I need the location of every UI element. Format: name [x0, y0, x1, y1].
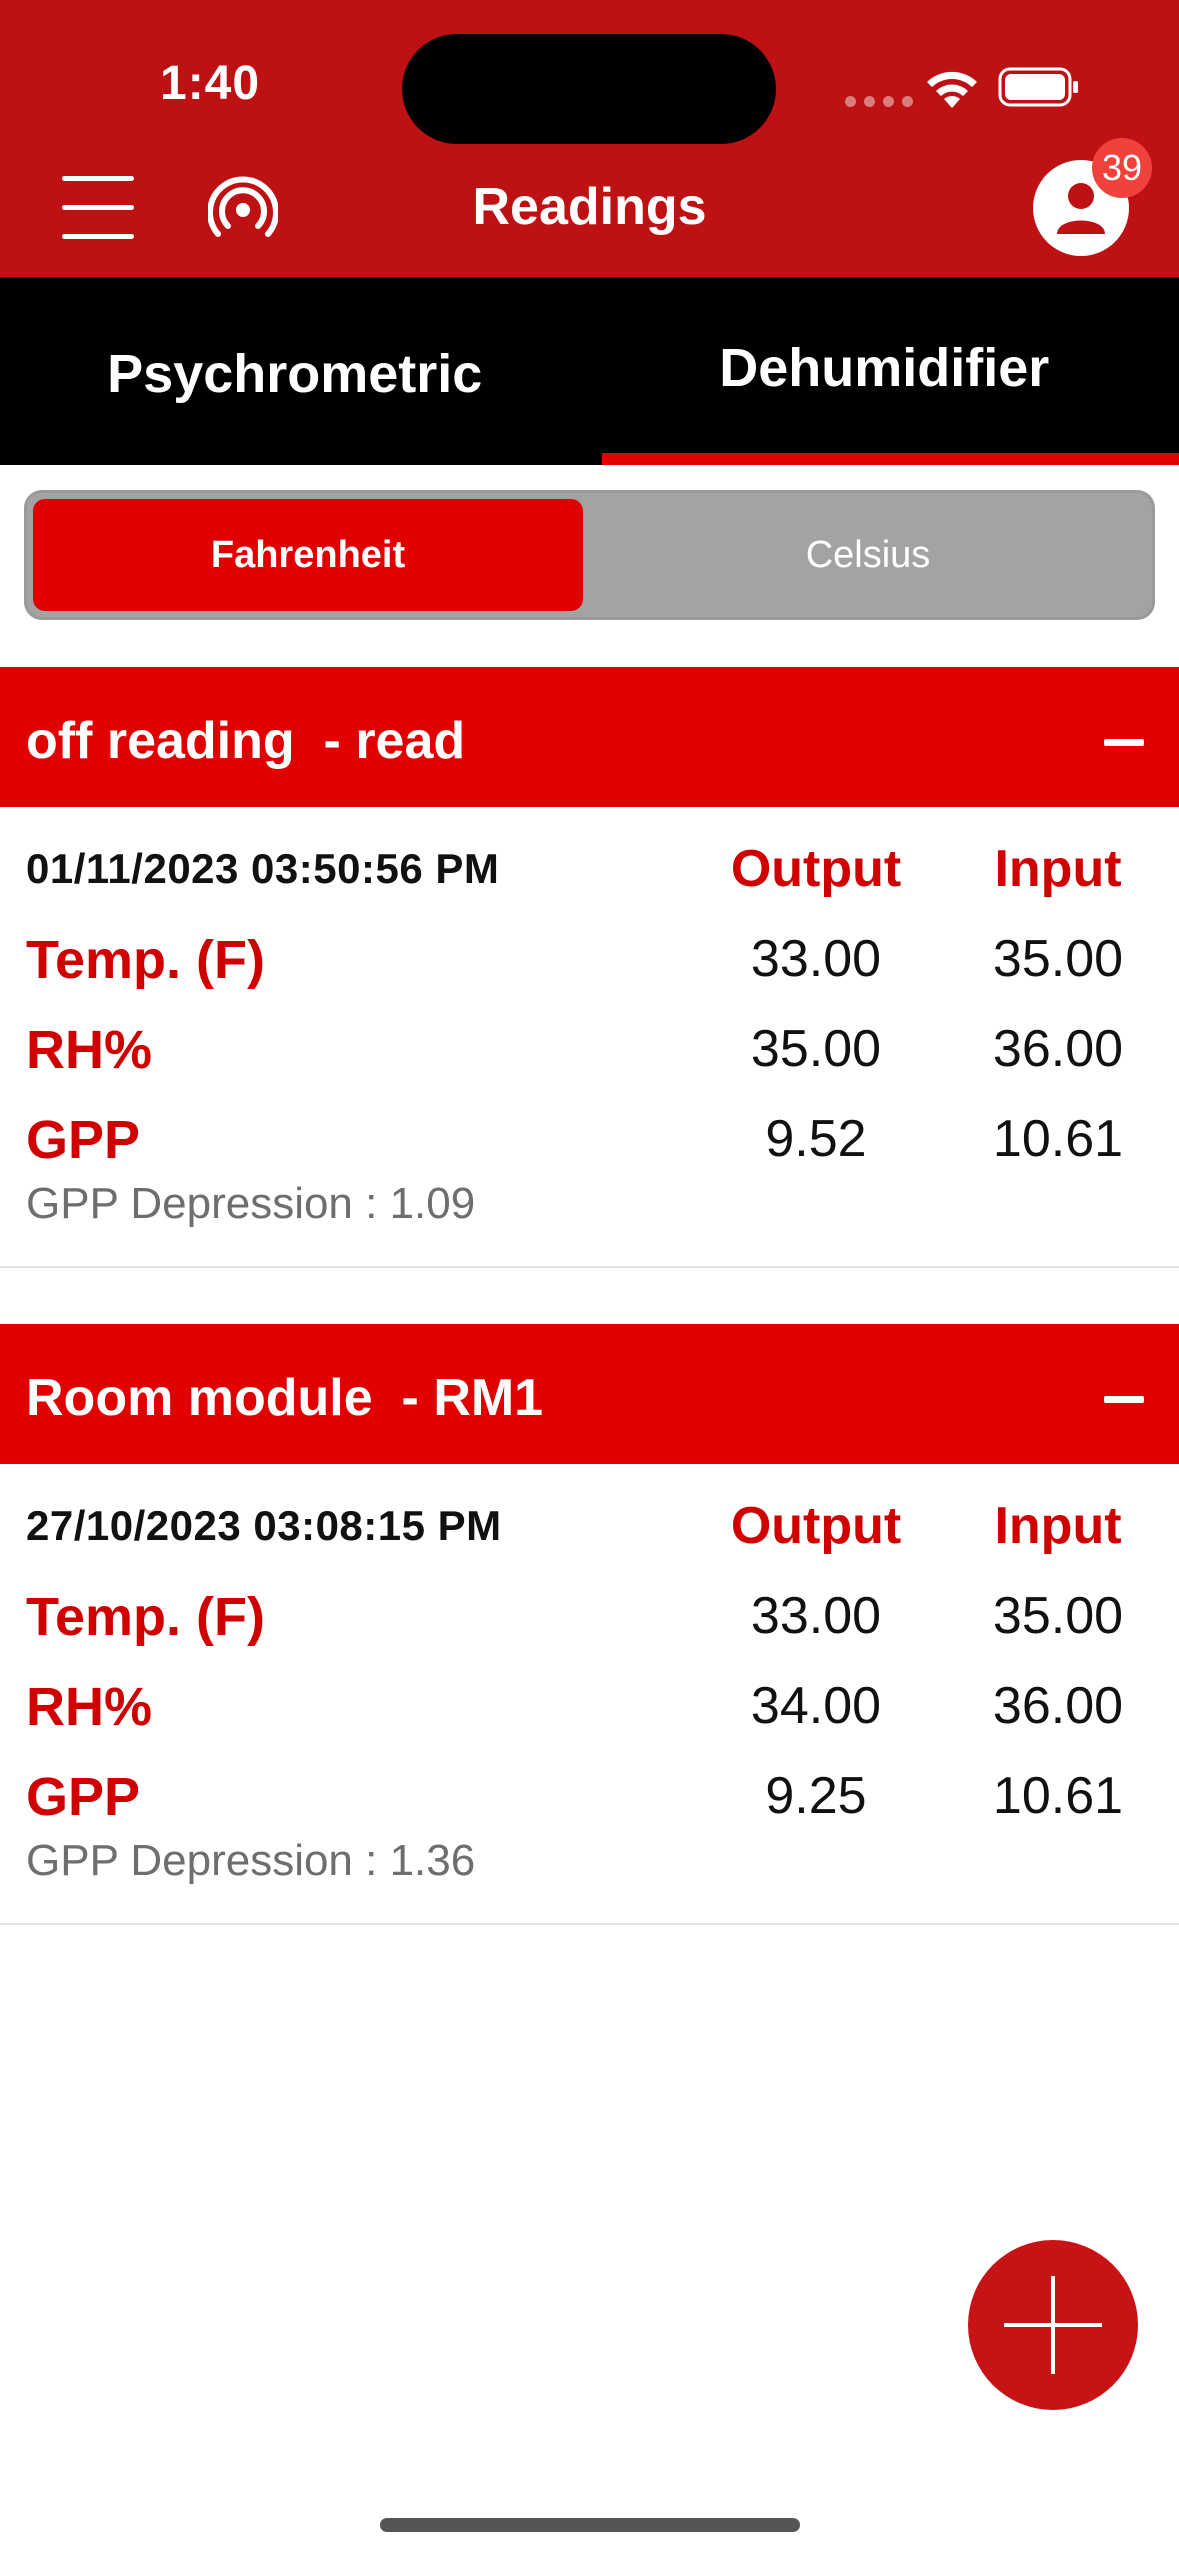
status-time: 1:40	[160, 57, 261, 110]
reading-card-header[interactable]: Room module - RM1	[0, 1324, 1179, 1464]
gpp-label: GPP	[26, 1767, 141, 1827]
output-column-header: Output	[730, 1497, 902, 1555]
unit-toggle: Fahrenheit Celsius	[24, 490, 1155, 620]
gpp-input-value: 10.61	[992, 1110, 1124, 1168]
gpp-input-value: 10.61	[992, 1767, 1124, 1825]
tab-label: Dehumidifier	[719, 338, 1050, 398]
home-indicator[interactable]	[380, 2518, 800, 2532]
main-tabs: Psychrometric Dehumidifier	[0, 277, 1179, 465]
rh-output-value: 35.00	[750, 1020, 882, 1078]
rh-input-value: 36.00	[992, 1677, 1124, 1735]
rh-label: RH%	[26, 1677, 153, 1737]
gpp-output-value: 9.52	[765, 1110, 867, 1168]
celsius-option[interactable]: Celsius	[593, 499, 1143, 611]
gpp-label: GPP	[26, 1110, 141, 1170]
gpp-depression: GPP Depression : 1.36	[26, 1836, 476, 1885]
rh-input-value: 36.00	[992, 1020, 1124, 1078]
wifi-icon	[927, 71, 977, 108]
card-divider	[0, 1266, 1179, 1268]
collapse-icon[interactable]	[1104, 1396, 1144, 1403]
rh-label: RH%	[26, 1020, 153, 1080]
temp-input-value: 35.00	[992, 1587, 1124, 1645]
collapse-icon[interactable]	[1104, 739, 1144, 746]
tab-label: Psychrometric	[107, 344, 483, 404]
app-header: 1:40 Readings 39	[0, 0, 1179, 277]
reading-card-title: off reading - read	[26, 712, 466, 770]
page-title: Readings	[472, 178, 707, 236]
reading-card-header[interactable]: off reading - read	[0, 667, 1179, 807]
reading-card-title: Room module - RM1	[26, 1369, 544, 1427]
temp-label: Temp. (F)	[26, 1587, 265, 1647]
gpp-depression: GPP Depression : 1.09	[26, 1179, 476, 1228]
battery-icon	[998, 67, 1078, 107]
tab-selected-indicator	[601, 453, 1179, 465]
cellular-signal-icon	[845, 96, 913, 107]
fahrenheit-option[interactable]: Fahrenheit	[33, 499, 583, 611]
rh-output-value: 34.00	[750, 1677, 882, 1735]
temp-output-value: 33.00	[750, 1587, 882, 1645]
input-column-header: Input	[994, 840, 1122, 898]
reading-timestamp: 01/11/2023 03:50:56 PM	[26, 845, 500, 892]
temp-input-value: 35.00	[992, 930, 1124, 988]
input-column-header: Input	[994, 1497, 1122, 1555]
card-divider	[0, 1923, 1179, 1925]
temp-output-value: 33.00	[750, 930, 882, 988]
gpp-output-value: 9.25	[765, 1767, 867, 1825]
temp-label: Temp. (F)	[26, 930, 265, 990]
notification-badge: 39	[1092, 138, 1152, 198]
output-column-header: Output	[730, 840, 902, 898]
dynamic-island	[402, 34, 776, 144]
tab-psychrometric[interactable]: Psychrometric	[0, 277, 590, 465]
reading-timestamp: 27/10/2023 03:08:15 PM	[26, 1502, 502, 1549]
tab-dehumidifier[interactable]: Dehumidifier	[590, 277, 1179, 465]
add-reading-button[interactable]	[968, 2240, 1138, 2410]
